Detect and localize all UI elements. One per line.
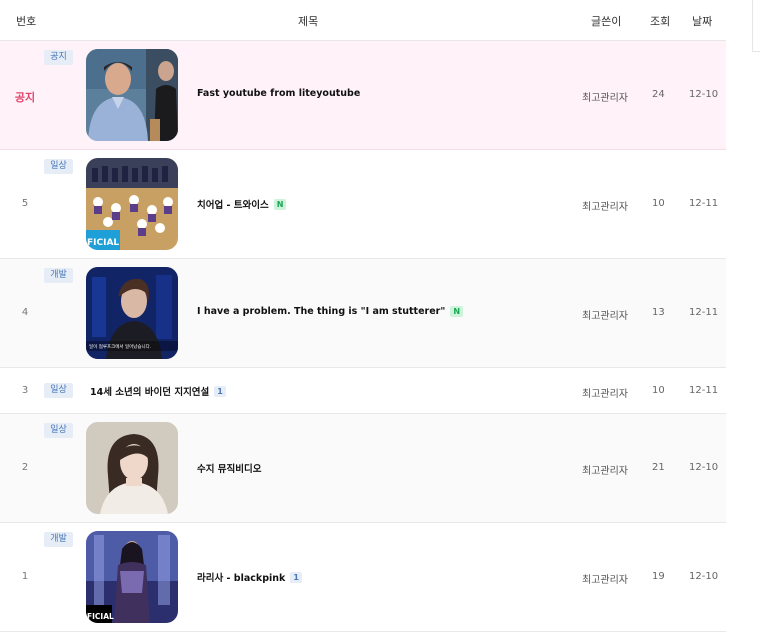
- header-views: 조회: [650, 15, 671, 28]
- header-title: 제목: [298, 15, 319, 28]
- table-row[interactable]: 3 일상 14세 소년의 바이던 지지연설 1 최고관리자 10 12-11: [0, 368, 726, 414]
- post-views: 10: [652, 385, 665, 396]
- post-thumbnail[interactable]: FICIAL: [86, 158, 178, 250]
- post-title[interactable]: I have a problem. The thing is "I am stu…: [197, 306, 445, 317]
- post-title[interactable]: 수지 뮤직비디오: [197, 461, 262, 475]
- post-title-link[interactable]: 14세 소년의 바이던 지지연설 1: [90, 384, 226, 398]
- post-author[interactable]: 최고관리자: [582, 385, 628, 400]
- post-author[interactable]: 최고관리자: [582, 89, 628, 104]
- post-author[interactable]: 최고관리자: [582, 571, 628, 586]
- post-title[interactable]: 14세 소년의 바이던 지지연설: [90, 384, 209, 398]
- post-author[interactable]: 최고관리자: [582, 198, 628, 213]
- post-title-link[interactable]: 치어업 - 트와이스 N: [197, 197, 287, 211]
- post-title[interactable]: 라리사 - blackpink: [197, 570, 285, 584]
- new-badge: N: [450, 306, 464, 317]
- table-row[interactable]: 4 개발 일이 협루프크에서 일어났습니다. I have a problem.…: [0, 259, 726, 368]
- post-number: 공지: [14, 91, 36, 104]
- post-thumbnail[interactable]: [86, 49, 178, 141]
- post-title-link[interactable]: 수지 뮤직비디오: [197, 461, 262, 475]
- header-date: 날짜: [692, 15, 713, 28]
- post-number: 1: [21, 571, 29, 582]
- post-title-link[interactable]: I have a problem. The thing is "I am stu…: [197, 306, 464, 317]
- post-title-link[interactable]: 라리사 - blackpink 1: [197, 570, 302, 584]
- post-title[interactable]: 치어업 - 트와이스: [197, 197, 269, 211]
- comment-count-badge: 1: [214, 385, 226, 397]
- post-views: 10: [652, 198, 665, 209]
- post-thumbnail[interactable]: 일이 협루프크에서 일어났습니다.: [86, 267, 178, 359]
- new-badge: N: [273, 198, 287, 210]
- table-row[interactable]: 5 일상 FICIAL 치어업 - 트와이스 N 최고관리자 10 12-11: [0, 150, 726, 259]
- table-row[interactable]: 공지 공지 Fast youtube from liteyoutube 최고관리…: [0, 41, 726, 150]
- thumbnail-caption: FICIAL: [87, 238, 119, 248]
- post-title-link[interactable]: Fast youtube from liteyoutube: [197, 88, 360, 99]
- category-tag[interactable]: 공지: [44, 50, 73, 65]
- post-views: 24: [652, 89, 665, 100]
- post-number: 4: [21, 307, 29, 318]
- post-number: 2: [21, 462, 29, 473]
- thumbnail-image-music-video: [86, 422, 178, 514]
- board-list: 번호 제목 글쓴이 조회 날짜 공지 공지 Fast youtube from …: [0, 0, 726, 632]
- thumbnail-image-lalisa: FICIAL: [86, 531, 178, 623]
- category-tag[interactable]: 개발: [44, 532, 73, 547]
- thumbnail-image-interview: [86, 49, 178, 141]
- post-date: 12-10: [689, 571, 719, 582]
- post-views: 21: [652, 462, 665, 473]
- post-author[interactable]: 최고관리자: [582, 307, 628, 322]
- post-number: 5: [21, 198, 29, 209]
- table-row[interactable]: 2 일상 수지 뮤직비디오 최고관리자 21 12-10: [0, 414, 726, 523]
- thumbnail-caption: 일이 협루프크에서 일어났습니다.: [89, 343, 151, 350]
- category-tag[interactable]: 개발: [44, 268, 73, 283]
- comment-count-badge: 1: [290, 571, 302, 583]
- post-views: 19: [652, 571, 665, 582]
- table-row[interactable]: 1 개발 FICIAL 라리사 - blackpink 1 최고관리자 19 1…: [0, 523, 726, 632]
- post-thumbnail[interactable]: FICIAL: [86, 531, 178, 623]
- post-date: 12-10: [689, 89, 719, 100]
- category-tag[interactable]: 일상: [44, 383, 73, 398]
- sidebar-edge: [752, 0, 760, 52]
- header-num: 번호: [16, 15, 37, 28]
- thumbnail-image-speaker: 일이 협루프크에서 일어났습니다.: [86, 267, 178, 359]
- post-number: 3: [21, 385, 29, 396]
- post-thumbnail[interactable]: [86, 422, 178, 514]
- thumbnail-image-cheer-up: FICIAL: [86, 158, 178, 250]
- table-header: 번호 제목 글쓴이 조회 날짜: [0, 0, 726, 41]
- category-tag[interactable]: 일상: [44, 159, 73, 174]
- header-author: 글쓴이: [591, 15, 622, 28]
- post-title[interactable]: Fast youtube from liteyoutube: [197, 88, 360, 99]
- post-date: 12-10: [689, 462, 719, 473]
- post-date: 12-11: [689, 385, 719, 396]
- post-views: 13: [652, 307, 665, 318]
- post-date: 12-11: [689, 307, 719, 318]
- post-date: 12-11: [689, 198, 719, 209]
- post-author[interactable]: 최고관리자: [582, 462, 628, 477]
- category-tag[interactable]: 일상: [44, 423, 73, 438]
- thumbnail-caption: FICIAL: [87, 612, 114, 621]
